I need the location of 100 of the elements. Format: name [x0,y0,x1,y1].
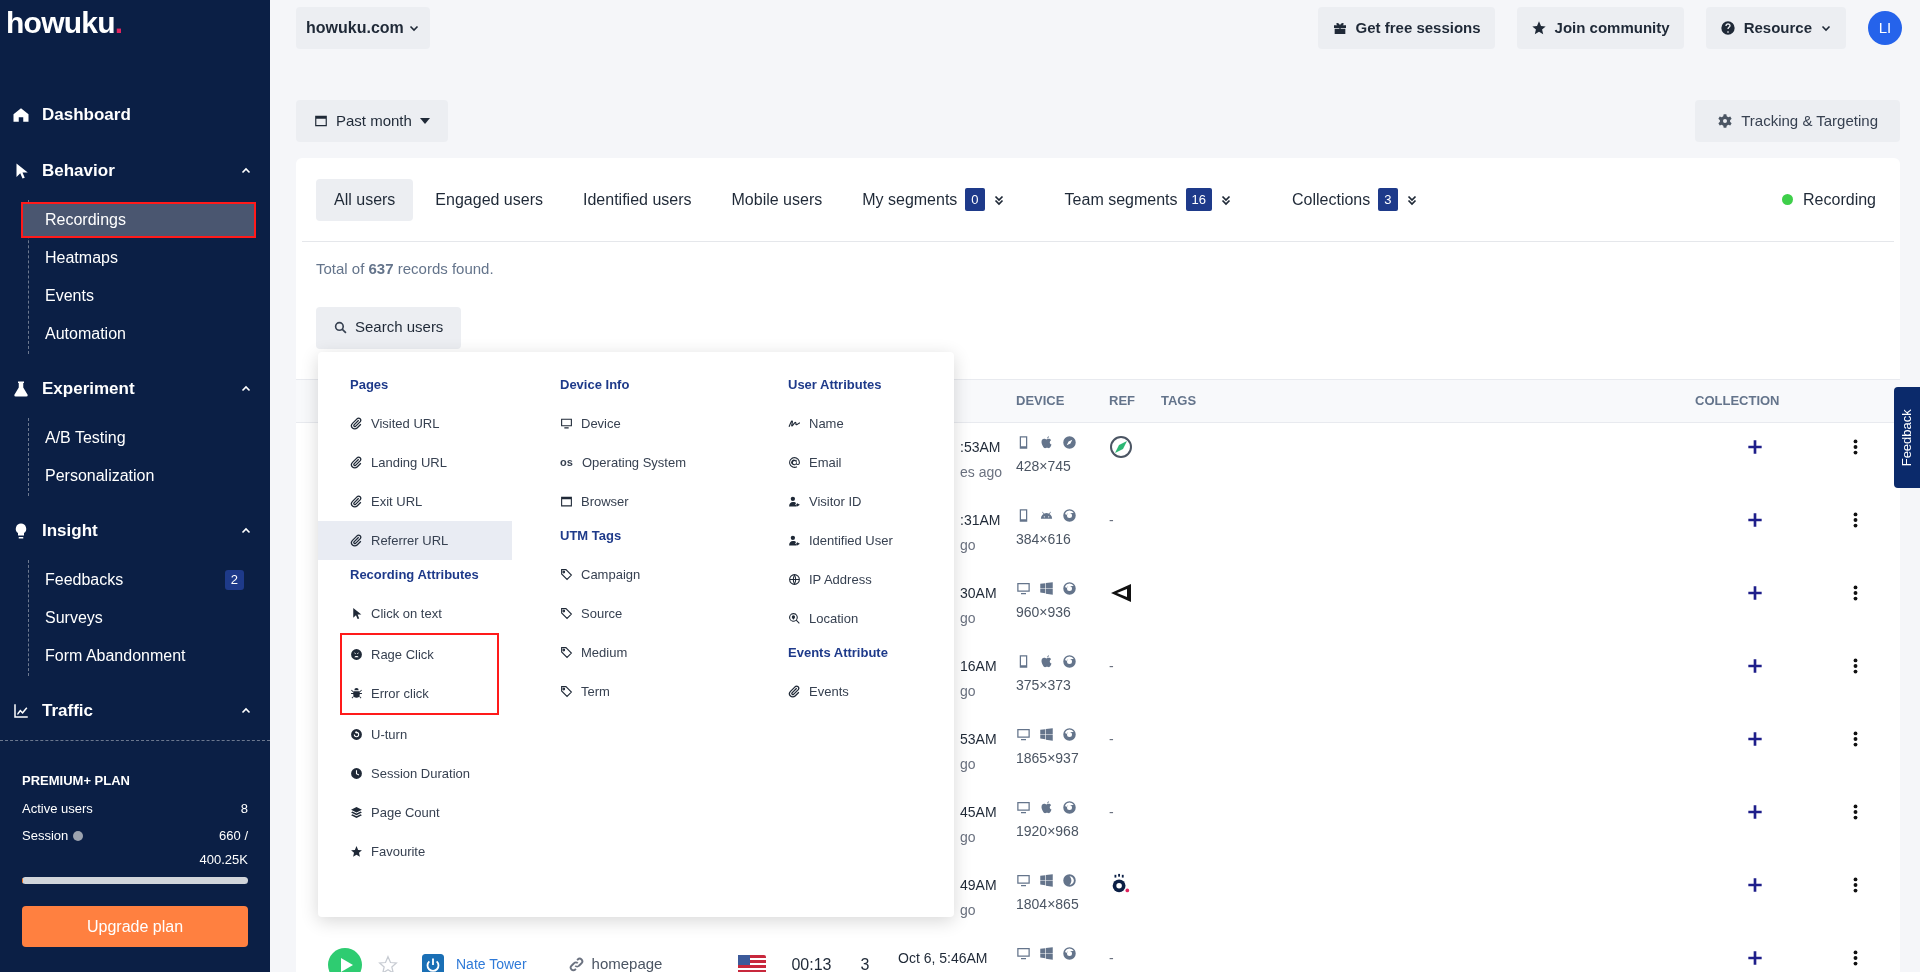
menu-item[interactable]: Visited URL [318,404,548,443]
column-header: REF [1109,391,1136,410]
menu-item[interactable]: IP Address [776,560,954,599]
nav-item[interactable]: Form Abandonment [23,640,254,672]
menu-item[interactable]: Referrer URL [318,521,512,560]
top-button[interactable]: Resource [1705,7,1846,49]
nav-item[interactable]: A/B Testing [23,422,254,454]
tab[interactable]: Engaged users [417,178,561,221]
apple-icon [1039,799,1054,815]
add-to-collection-button[interactable] [1747,438,1763,455]
menu-section-title: Events Attribute [787,644,889,662]
kebab-icon [1852,949,1858,966]
tag-icon [560,607,573,620]
add-to-collection-button[interactable] [1747,876,1763,893]
feedback-tab[interactable]: Feedback [1894,387,1920,488]
plus-icon [1747,730,1763,747]
nav-item[interactable]: Feedbacks 2 [23,564,254,596]
top-button[interactable]: Join community [1516,7,1684,49]
date-filter[interactable]: Past month [296,100,448,142]
at-sign-icon [788,456,801,469]
site-selector[interactable]: howuku.com [296,7,430,49]
menu-item[interactable]: U-turn [318,715,548,754]
more-button[interactable] [1852,511,1858,528]
menu-item[interactable]: Landing URL [318,443,548,482]
windows-icon [1039,945,1054,961]
plus-icon [1747,657,1763,674]
menu-item[interactable]: Source [548,594,776,633]
tab[interactable]: Team segments 16 [1046,178,1250,221]
add-to-collection-button[interactable] [1747,803,1763,820]
nav-item[interactable]: Heatmaps [23,242,254,274]
more-button[interactable] [1852,876,1858,893]
menu-item[interactable]: Rage Click [342,635,497,674]
menu-item[interactable]: Name [776,404,954,443]
flask-icon [12,380,30,398]
add-to-collection-button[interactable] [1747,584,1763,601]
add-to-collection-button[interactable] [1747,949,1763,966]
user-avatar[interactable]: LI [1868,11,1902,45]
tab[interactable]: Mobile users [713,178,841,221]
top-button[interactable]: Get free sessions [1317,7,1495,49]
settings-icon [1717,113,1734,129]
menu-item[interactable]: Session Duration [318,754,548,793]
monitor-icon [1016,872,1031,888]
tab[interactable]: All users [316,178,414,221]
menu-item[interactable]: Email [776,443,954,482]
menu-item[interactable]: Identified User [776,521,954,560]
ref-text: - [1109,511,1114,528]
menu-item[interactable]: Location [776,599,954,638]
play-icon [340,957,353,972]
more-button[interactable] [1852,657,1858,674]
menu-item[interactable]: Term [548,672,776,711]
star-icon[interactable] [378,954,398,972]
nav-section[interactable]: Behavior [42,158,240,184]
tag-icon [560,685,573,698]
user-icon [788,534,801,547]
nav-section[interactable]: Experiment [42,376,240,402]
menu-item[interactable]: Exit URL [318,482,548,521]
menu-item[interactable]: Page Count [318,793,548,832]
records-count: Total of 637 records found. [316,259,495,279]
nav-item[interactable]: Personalization [23,460,254,492]
more-button[interactable] [1852,584,1858,601]
windows-icon [1039,726,1054,742]
menu-item[interactable]: Events [776,672,954,711]
search-users-button[interactable]: Search users [316,306,462,349]
menu-section-title: Device Info [559,376,631,394]
add-to-collection-button[interactable] [1747,657,1763,674]
menu-item[interactable]: Campaign [548,555,776,594]
nav-section[interactable]: Traffic [42,698,240,724]
nav-item[interactable]: Automation [23,318,254,350]
menu-item[interactable]: Device [548,404,776,443]
logo[interactable]: howuku. [6,8,123,74]
menu-item[interactable]: Browser [548,482,776,521]
menu-section-title: UTM Tags [559,527,623,545]
more-button[interactable] [1852,803,1858,820]
user-name-link[interactable]: Nate Tower [456,953,527,972]
menu-item[interactable]: Medium [548,633,776,672]
more-button[interactable] [1852,438,1858,455]
add-to-collection-button[interactable] [1747,511,1763,528]
page-link[interactable]: homepage [591,952,663,972]
nav-section[interactable]: Dashboard [42,102,252,128]
menu-item[interactable]: Favourite [318,832,548,871]
nav-item[interactable]: Events [23,280,254,312]
menu-item[interactable]: Visitor ID [776,482,954,521]
ref-text: - [1109,803,1114,820]
paperclip-icon [788,685,801,698]
nav-item[interactable]: Surveys [23,602,254,634]
more-button[interactable] [1852,949,1858,966]
more-button[interactable] [1852,730,1858,747]
tab[interactable]: My segments 0 [844,178,1023,221]
cursor-icon [350,607,363,620]
menu-item[interactable]: os Operating System [548,443,776,482]
menu-item[interactable]: Click on text [318,594,548,633]
nav-item[interactable]: Recordings [23,204,254,236]
add-to-collection-button[interactable] [1747,730,1763,747]
kebab-icon [1852,438,1858,455]
recording-status: Recording [1803,189,1876,210]
nav-section[interactable]: Insight [42,518,240,544]
tracking-button[interactable]: Tracking & Targeting [1695,100,1900,142]
menu-item[interactable]: Error click [342,674,497,713]
tab[interactable]: Identified users [565,178,710,221]
tab[interactable]: Collections 3 [1274,178,1436,221]
